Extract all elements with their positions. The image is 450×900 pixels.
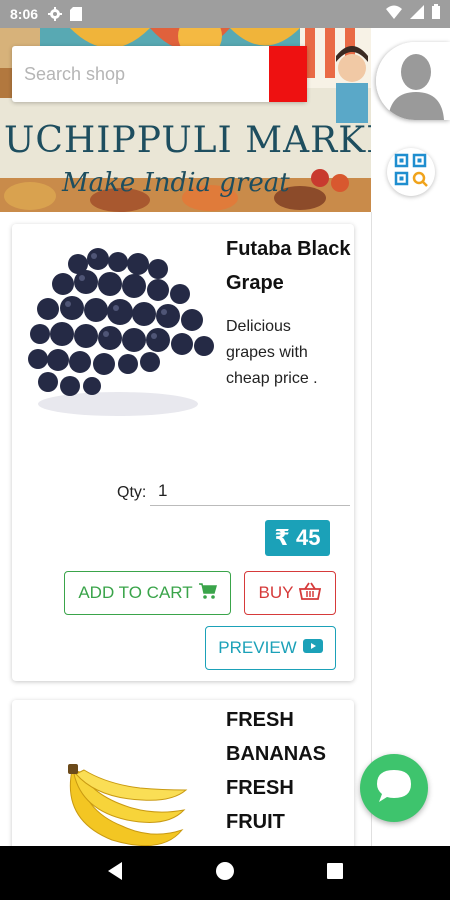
user-avatar-icon <box>376 42 450 120</box>
system-nav-bar <box>0 846 450 900</box>
product-title[interactable]: FRESH BANANAS FRESH FRUIT <box>226 703 351 839</box>
side-divider <box>371 212 372 846</box>
product-image-grapes <box>18 234 218 424</box>
status-bar: 8:06 <box>0 0 450 28</box>
shop-banner: UCHIPPULI MARKET Make India great <box>0 28 371 212</box>
add-to-cart-label: ADD TO CART <box>78 583 193 602</box>
product-title[interactable]: Futaba Black Grape <box>226 232 356 300</box>
wifi-icon <box>386 5 402 24</box>
price-badge: ₹ 45 <box>265 520 330 556</box>
buy-label: BUY <box>258 583 294 602</box>
cart-icon <box>198 582 217 604</box>
preview-button[interactable]: PREVIEW <box>205 626 336 670</box>
search-bar <box>12 46 307 102</box>
qty-label: Qty: <box>117 484 147 501</box>
buy-button[interactable]: BUY <box>244 571 336 615</box>
search-button[interactable] <box>12 46 307 102</box>
video-play-icon <box>302 638 323 658</box>
product-card[interactable]: Futaba Black Grape Delicious grapes with… <box>12 224 354 681</box>
back-icon[interactable] <box>106 861 124 886</box>
signal-icon <box>410 4 424 24</box>
product-card[interactable]: FRESH BANANAS FRESH FRUIT <box>12 700 354 860</box>
home-icon[interactable] <box>215 861 235 886</box>
quantity-field[interactable] <box>150 476 350 506</box>
chat-button[interactable] <box>360 754 428 822</box>
qr-scan-icon <box>394 153 428 192</box>
product-image-bananas <box>52 760 192 860</box>
product-description: Delicious grapes with cheap price . <box>226 318 318 387</box>
chat-bubble-icon <box>375 768 413 809</box>
status-time: 8:06 <box>10 6 39 22</box>
avatar[interactable] <box>376 42 450 120</box>
basket-icon <box>299 582 322 605</box>
preview-label: PREVIEW <box>218 638 297 657</box>
sd-card-icon <box>70 7 84 21</box>
battery-icon <box>432 4 440 24</box>
banner-slogan: Make India great <box>62 168 290 198</box>
add-to-cart-button[interactable]: ADD TO CART <box>64 571 231 615</box>
recents-icon[interactable] <box>326 862 344 885</box>
settings-icon <box>48 7 63 21</box>
banner-title: UCHIPPULI MARKET <box>4 120 371 161</box>
qr-scan-button[interactable] <box>387 148 435 196</box>
search-input[interactable] <box>12 46 269 102</box>
